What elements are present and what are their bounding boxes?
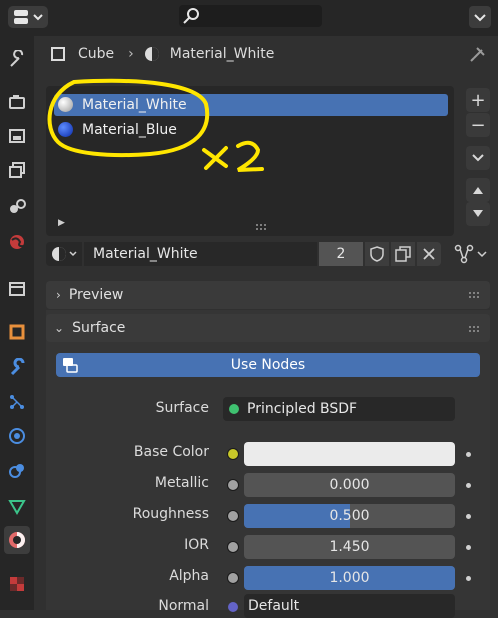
annotation-overlay (47, 78, 264, 172)
highlight-circle-annotation (47, 78, 210, 158)
x2-annotation-mark (202, 140, 264, 172)
